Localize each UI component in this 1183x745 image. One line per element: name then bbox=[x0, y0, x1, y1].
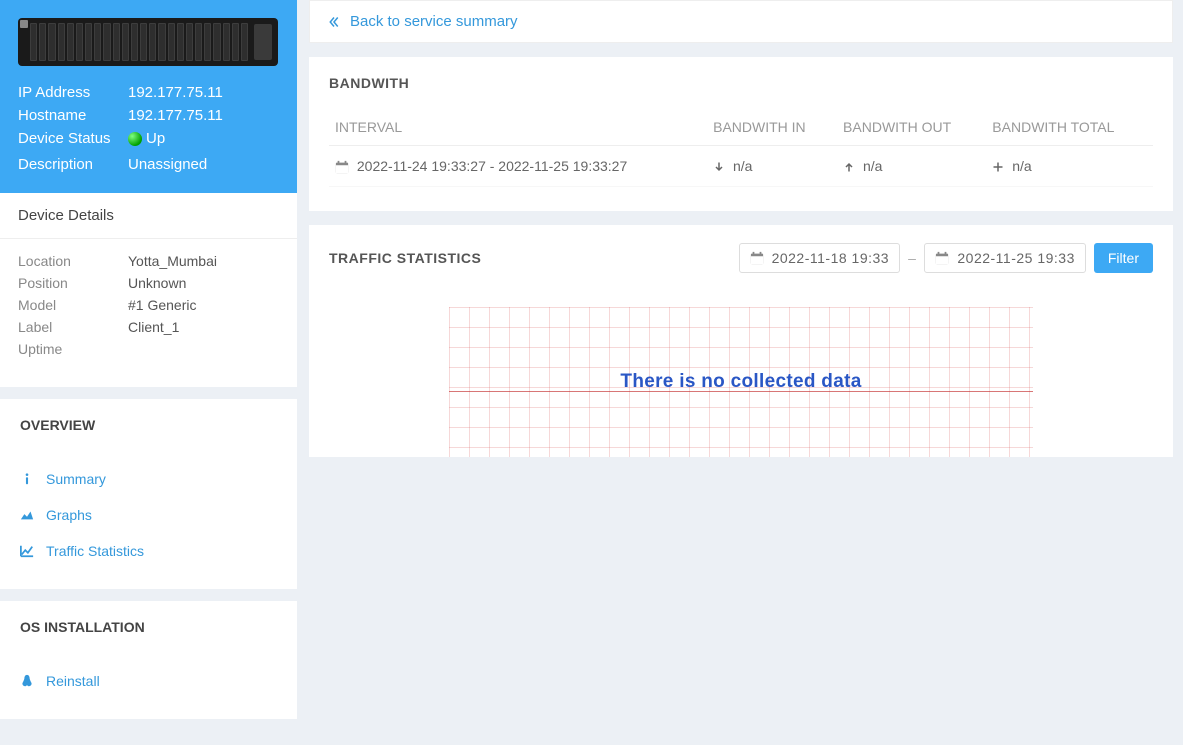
calendar-icon bbox=[335, 160, 349, 174]
bandwidth-in-value: n/a bbox=[733, 158, 752, 174]
model-label: Model bbox=[18, 297, 128, 313]
os-item-label: Reinstall bbox=[46, 673, 100, 689]
location-label: Location bbox=[18, 253, 128, 269]
os-item-reinstall[interactable]: Reinstall bbox=[0, 663, 297, 699]
overview-item-graphs[interactable]: Graphs bbox=[0, 497, 297, 533]
overview-item-label: Graphs bbox=[46, 507, 92, 523]
calendar-icon bbox=[750, 251, 764, 265]
filter-button[interactable]: Filter bbox=[1094, 243, 1153, 273]
line-chart-icon bbox=[20, 544, 34, 558]
model-value: #1 Generic bbox=[128, 297, 279, 313]
calendar-icon bbox=[935, 251, 949, 265]
position-value: Unknown bbox=[128, 275, 279, 291]
overview-item-label: Summary bbox=[46, 471, 106, 487]
device-details-title: Device Details bbox=[0, 193, 297, 239]
arrow-up-icon bbox=[843, 161, 855, 173]
hostname-value: 192.177.75.11 bbox=[128, 107, 279, 124]
bandwidth-table: INTERVAL BANDWITH IN BANDWITH OUT BANDWI… bbox=[329, 109, 1153, 187]
overview-item-label: Traffic Statistics bbox=[46, 543, 144, 559]
interval-value: 2022-11-24 19:33:27 - 2022-11-25 19:33:2… bbox=[357, 158, 627, 174]
date-from-input[interactable]: 2022-11-18 19:33 bbox=[739, 243, 901, 273]
back-to-summary-link[interactable]: Back to service summary bbox=[309, 0, 1173, 43]
col-interval: INTERVAL bbox=[329, 109, 707, 146]
info-icon bbox=[20, 472, 34, 486]
col-bandwidth-total: BANDWITH TOTAL bbox=[986, 109, 1153, 146]
date-to-input[interactable]: 2022-11-25 19:33 bbox=[924, 243, 1086, 273]
status-text: Up bbox=[146, 130, 165, 147]
overview-title: OVERVIEW bbox=[0, 399, 297, 451]
traffic-title: TRAFFIC STATISTICS bbox=[329, 250, 481, 266]
col-bandwidth-out: BANDWITH OUT bbox=[837, 109, 986, 146]
overview-item-summary[interactable]: Summary bbox=[0, 461, 297, 497]
label-value: Client_1 bbox=[128, 319, 279, 335]
date-to-value: 2022-11-25 19:33 bbox=[957, 250, 1075, 266]
position-label: Position bbox=[18, 275, 128, 291]
col-bandwidth-in: BANDWITH IN bbox=[707, 109, 837, 146]
uptime-value bbox=[128, 341, 279, 357]
overview-card: OVERVIEW Summary Graphs Traffic Statisti… bbox=[0, 399, 297, 589]
linux-icon bbox=[20, 674, 34, 688]
bandwidth-out-value: n/a bbox=[863, 158, 882, 174]
hostname-label: Hostname bbox=[18, 107, 128, 124]
arrow-down-icon bbox=[713, 161, 725, 173]
bandwidth-title: BANDWITH bbox=[309, 57, 1173, 109]
area-chart-icon bbox=[20, 508, 34, 522]
server-image bbox=[18, 18, 278, 66]
bandwidth-panel: BANDWITH INTERVAL BANDWITH IN BANDWITH O… bbox=[309, 57, 1173, 211]
status-badge: Up bbox=[128, 130, 165, 147]
traffic-graph: There is no collected data bbox=[329, 307, 1153, 457]
device-summary-card: IP Address 192.177.75.11 Hostname 192.17… bbox=[0, 0, 297, 387]
status-up-icon bbox=[128, 132, 142, 146]
ip-value: 192.177.75.11 bbox=[128, 84, 279, 101]
traffic-statistics-panel: TRAFFIC STATISTICS 2022-11-18 19:33 – 20… bbox=[309, 225, 1173, 457]
date-from-value: 2022-11-18 19:33 bbox=[772, 250, 890, 266]
table-row: 2022-11-24 19:33:27 - 2022-11-25 19:33:2… bbox=[329, 146, 1153, 187]
uptime-label: Uptime bbox=[18, 341, 128, 357]
overview-item-traffic-statistics[interactable]: Traffic Statistics bbox=[0, 533, 297, 569]
description-label: Description bbox=[18, 156, 128, 173]
device-status-label: Device Status bbox=[18, 130, 128, 150]
ip-label: IP Address bbox=[18, 84, 128, 101]
back-link-label: Back to service summary bbox=[350, 13, 518, 30]
chevron-left-double-icon bbox=[328, 16, 340, 28]
date-range-separator: – bbox=[908, 250, 916, 266]
location-value: Yotta_Mumbai bbox=[128, 253, 279, 269]
label-label: Label bbox=[18, 319, 128, 335]
bandwidth-total-value: n/a bbox=[1012, 158, 1031, 174]
description-value: Unassigned bbox=[128, 156, 279, 173]
no-data-message: There is no collected data bbox=[620, 371, 861, 393]
os-installation-card: OS INSTALLATION Reinstall bbox=[0, 601, 297, 719]
plus-icon bbox=[992, 161, 1004, 173]
os-installation-title: OS INSTALLATION bbox=[0, 601, 297, 653]
